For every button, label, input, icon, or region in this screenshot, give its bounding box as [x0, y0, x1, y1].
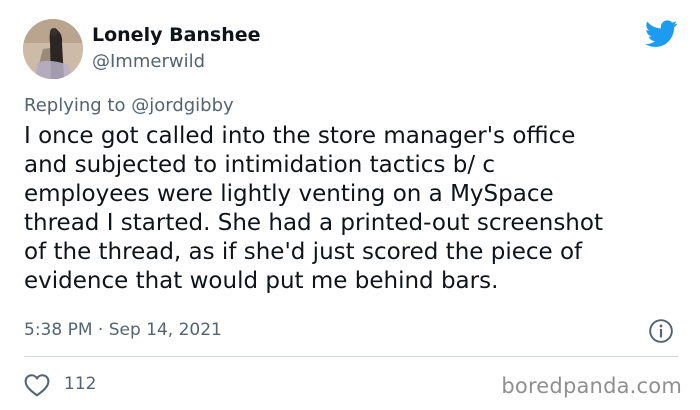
- twitter-bird-icon[interactable]: [645, 20, 678, 48]
- tweet-text-line: I once got called into the store manager…: [24, 123, 576, 149]
- tweet-text-line: thread I started. She had a printed-out …: [24, 210, 603, 236]
- profile-photo: [23, 19, 83, 79]
- tweet-text-line: and subjected to intimidation tactics b/…: [24, 152, 496, 178]
- tweet-card: Lonely Banshee @Immerwild Replying to @j…: [0, 0, 700, 410]
- tweet-text-line: of the thread, as if she'd just scored t…: [24, 239, 583, 265]
- tweet-text: I once got called into the store manager…: [24, 122, 684, 296]
- replying-to-label: Replying to: [24, 95, 126, 116]
- tweet-timestamp[interactable]: 5:38 PM · Sep 14, 2021: [24, 320, 222, 340]
- watermark: boredpanda.com: [501, 374, 682, 398]
- info-icon[interactable]: [648, 318, 674, 344]
- tweet-text-line: evidence that would put me behind bars.: [24, 268, 499, 294]
- reply-handle-link[interactable]: @jordgibby: [131, 95, 233, 116]
- avatar[interactable]: [23, 19, 83, 79]
- like-count[interactable]: 112: [64, 374, 96, 394]
- display-name[interactable]: Lonely Banshee: [92, 24, 261, 46]
- heart-icon[interactable]: [24, 373, 50, 397]
- user-handle[interactable]: @Immerwild: [92, 51, 205, 72]
- replying-to: Replying to @jordgibby: [24, 95, 234, 116]
- tweet-text-line: employees were lightly venting on a MySp…: [24, 181, 554, 207]
- divider: [24, 356, 678, 357]
